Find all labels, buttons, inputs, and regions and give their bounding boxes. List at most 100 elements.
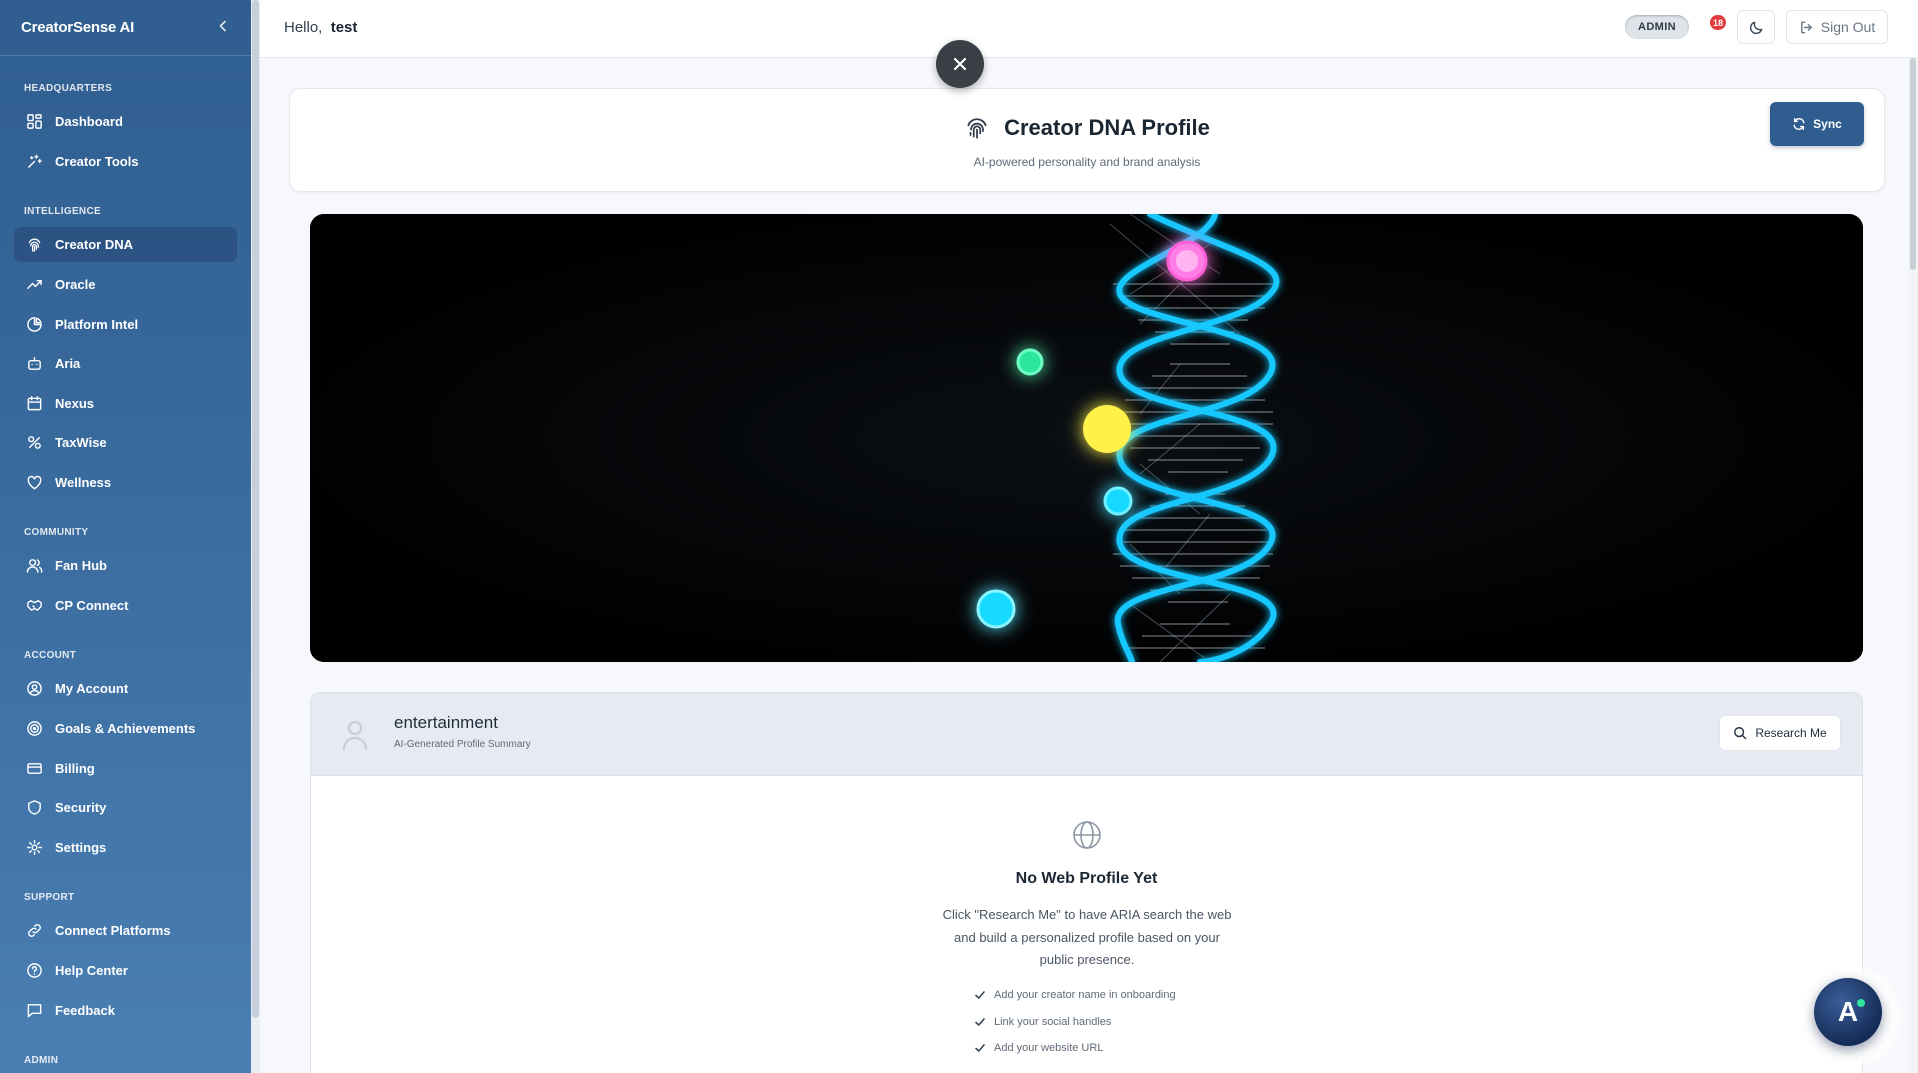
sidebar-item-cp-connect[interactable]: CP Connect (14, 588, 237, 623)
dna-helix-image (310, 214, 1863, 662)
dna-header-card: Creator DNA Profile AI-powered personali… (289, 88, 1885, 192)
title-row: Creator DNA Profile (290, 115, 1884, 141)
sync-button[interactable]: Sync (1770, 102, 1864, 146)
profile-name: entertainment (394, 713, 498, 732)
fingerprint-icon (967, 118, 987, 139)
notification-badge[interactable]: 18 (1710, 15, 1727, 30)
profile-empty-state: No Web Profile Yet Click "Research Me" t… (311, 776, 1862, 1073)
section-headquarters: HEADQUARTERS (24, 83, 113, 94)
brand-name: CreatorSense AI (21, 19, 135, 36)
sidebar-item-label: Goals & Achievements (55, 721, 196, 736)
sidebar-scrollbar-thumb[interactable] (252, 0, 259, 1018)
close-icon (953, 57, 967, 71)
credit-card-icon (27, 763, 42, 774)
log-out-icon (1800, 21, 1812, 33)
main-scrollbar[interactable] (1908, 58, 1918, 1073)
message-square-icon (27, 1004, 42, 1018)
sidebar-item-label: Creator DNA (55, 237, 134, 252)
link-icon (28, 924, 41, 937)
sidebar-item-my-account[interactable]: My Account (14, 671, 237, 706)
percent-icon (28, 436, 41, 449)
sign-out-button[interactable]: Sign Out (1786, 10, 1888, 44)
check-icon (975, 1017, 985, 1026)
sync-label: Sync (1813, 117, 1842, 131)
empty-state-title: No Web Profile Yet (1015, 870, 1158, 887)
greeting-text: Hello, (284, 19, 323, 36)
sidebar-scrollbar[interactable] (251, 0, 260, 1073)
sidebar-item-label: Creator Tools (55, 154, 139, 169)
checklist-item: Link your social handles (974, 1009, 1176, 1036)
page-subtitle: AI-powered personality and brand analysi… (973, 155, 1201, 169)
profile-summary-card: entertainment AI-Generated Profile Summa… (310, 692, 1863, 1073)
sidebar-item-label: Help Center (55, 963, 128, 978)
aria-fab-letter: A (1837, 996, 1859, 1027)
collapse-sidebar-icon[interactable] (217, 19, 229, 37)
sidebar-item-security[interactable]: Security (14, 790, 237, 825)
sidebar-item-nexus[interactable]: Nexus (14, 386, 237, 421)
main-scrollbar-thumb[interactable] (1910, 58, 1916, 270)
bot-icon (28, 357, 41, 370)
topbar: Hello, test ADMIN 18 Sign Out (260, 0, 1918, 58)
sidebar-item-wellness[interactable]: Wellness (14, 465, 237, 500)
role-badge: ADMIN (1625, 15, 1689, 39)
sidebar-item-fan-hub[interactable]: Fan Hub (14, 548, 237, 583)
theme-toggle-button[interactable] (1737, 10, 1775, 44)
sidebar-item-label: Wellness (55, 475, 112, 490)
username: test (330, 19, 358, 36)
shield-icon (28, 800, 41, 815)
moon-icon (1749, 21, 1762, 34)
check-icon (975, 1044, 985, 1053)
sidebar-item-label: Dashboard (55, 114, 123, 129)
refresh-icon (1793, 118, 1805, 130)
setup-checklist: Add your creator name in onboarding Link… (974, 982, 1176, 1062)
fingerprint-icon (28, 238, 41, 252)
heart-icon (27, 475, 42, 490)
close-button[interactable] (936, 40, 984, 88)
sidebar-item-goals[interactable]: Goals & Achievements (14, 711, 237, 746)
sidebar-item-creator-tools[interactable]: Creator Tools (14, 144, 237, 179)
sidebar-item-connect-platforms[interactable]: Connect Platforms (14, 913, 237, 948)
research-me-button[interactable]: Research Me (1719, 715, 1841, 751)
sidebar-item-feedback[interactable]: Feedback (14, 993, 237, 1028)
pie-chart-icon (27, 317, 42, 332)
sidebar-item-taxwise[interactable]: TaxWise (14, 425, 237, 460)
users-icon (26, 559, 43, 573)
section-account: ACCOUNT (24, 650, 77, 661)
sidebar-item-creator-dna[interactable]: Creator DNA (14, 227, 237, 262)
checklist-item: Add your creator name in onboarding (974, 982, 1176, 1009)
sidebar-item-oracle[interactable]: Oracle (14, 267, 237, 302)
sidebar-item-label: Oracle (55, 277, 96, 292)
dashboard-icon (27, 114, 42, 129)
checklist-text: Add your website URL (994, 1042, 1104, 1055)
sidebar-item-label: CP Connect (55, 598, 129, 613)
sidebar-item-help-center[interactable]: Help Center (14, 953, 237, 988)
sidebar-item-label: Security (55, 800, 107, 815)
section-community: COMMUNITY (24, 527, 89, 538)
sidebar-item-billing[interactable]: Billing (14, 751, 237, 786)
checklist-text: Add your creator name in onboarding (994, 989, 1176, 1002)
research-me-label: Research Me (1755, 726, 1827, 740)
sidebar-item-label: Fan Hub (55, 558, 107, 573)
sidebar-item-platform-intel[interactable]: Platform Intel (14, 307, 237, 342)
aria-assistant-button[interactable]: A (1814, 978, 1882, 1046)
sidebar-item-label: Platform Intel (55, 317, 139, 332)
sidebar-item-dashboard[interactable]: Dashboard (14, 104, 237, 139)
target-icon (27, 721, 42, 736)
section-support: SUPPORT (24, 892, 75, 903)
check-icon (975, 991, 985, 1000)
sidebar-item-label: Settings (55, 840, 107, 855)
sidebar-item-label: Nexus (55, 396, 95, 411)
help-circle-icon (27, 963, 42, 978)
sidebar-item-label: TaxWise (55, 435, 107, 450)
sidebar-header: CreatorSense AI (0, 0, 251, 56)
sidebar-item-aria[interactable]: Aria (14, 346, 237, 381)
section-intelligence: INTELLIGENCE (24, 206, 101, 217)
sparkle-icon (28, 154, 42, 168)
sidebar: CreatorSense AI HEADQUARTERS Dashboard C… (0, 0, 251, 1073)
sidebar-item-label: My Account (55, 681, 129, 696)
checklist-text: Link your social handles (994, 1015, 1112, 1028)
trending-up-icon (27, 280, 42, 289)
search-icon (1734, 727, 1747, 740)
sidebar-item-settings[interactable]: Settings (14, 830, 237, 865)
online-status-dot (1857, 999, 1865, 1007)
